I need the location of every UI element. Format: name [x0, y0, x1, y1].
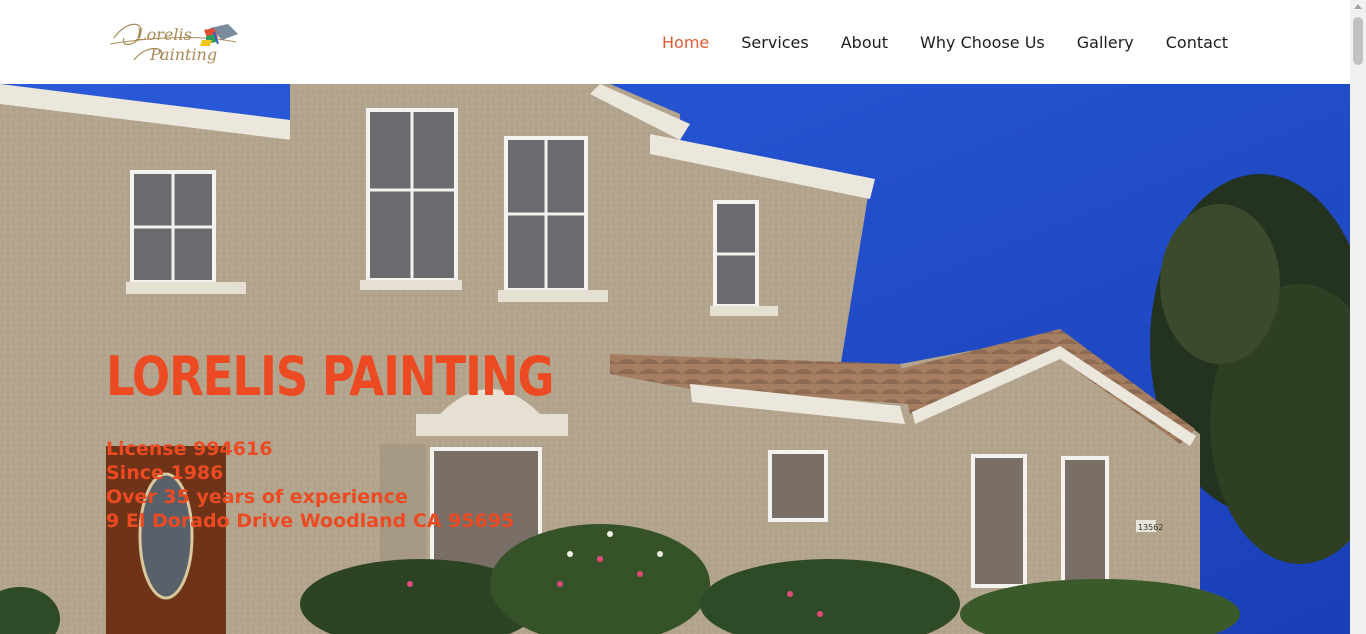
page-scrollbar[interactable] [1350, 0, 1366, 634]
since-line: Since 1986 [106, 462, 224, 484]
nav-contact-link[interactable]: Contact [1166, 33, 1228, 52]
nav-gallery-link[interactable]: Gallery [1077, 33, 1134, 52]
nav-services-link[interactable]: Services [741, 33, 808, 52]
hero-info: License 994616 Since 1986 Over 35 years … [106, 437, 514, 533]
svg-text:Lorelis: Lorelis [135, 25, 192, 44]
hero-banner: 13562 Lorelis Painting License 994616 Si… [0, 84, 1350, 634]
scrollbar-thumb[interactable] [1353, 17, 1363, 65]
paintbrush-logo-icon: Lorelis Painting [109, 23, 238, 64]
nav-why-choose-us-link[interactable]: Why Choose Us [920, 33, 1045, 52]
scroll-up-arrow-icon[interactable] [1354, 4, 1362, 9]
license-line: License 994616 [106, 438, 273, 460]
nav-about-link[interactable]: About [841, 33, 888, 52]
svg-text:Painting: Painting [149, 45, 217, 64]
experience-line: Over 35 years of experience [106, 486, 408, 508]
site-header: Lorelis Painting Home Services About Why… [0, 0, 1350, 84]
site-logo[interactable]: Lorelis Painting [106, 14, 246, 70]
nav-home-link[interactable]: Home [662, 33, 709, 52]
hero-title: Lorelis Painting [106, 345, 554, 408]
main-nav: Home Services About Why Choose Us Galler… [630, 0, 1228, 84]
svg-text:13562: 13562 [1138, 523, 1163, 532]
address-line: 9 El Dorado Drive Woodland CA 95695 [106, 510, 515, 532]
